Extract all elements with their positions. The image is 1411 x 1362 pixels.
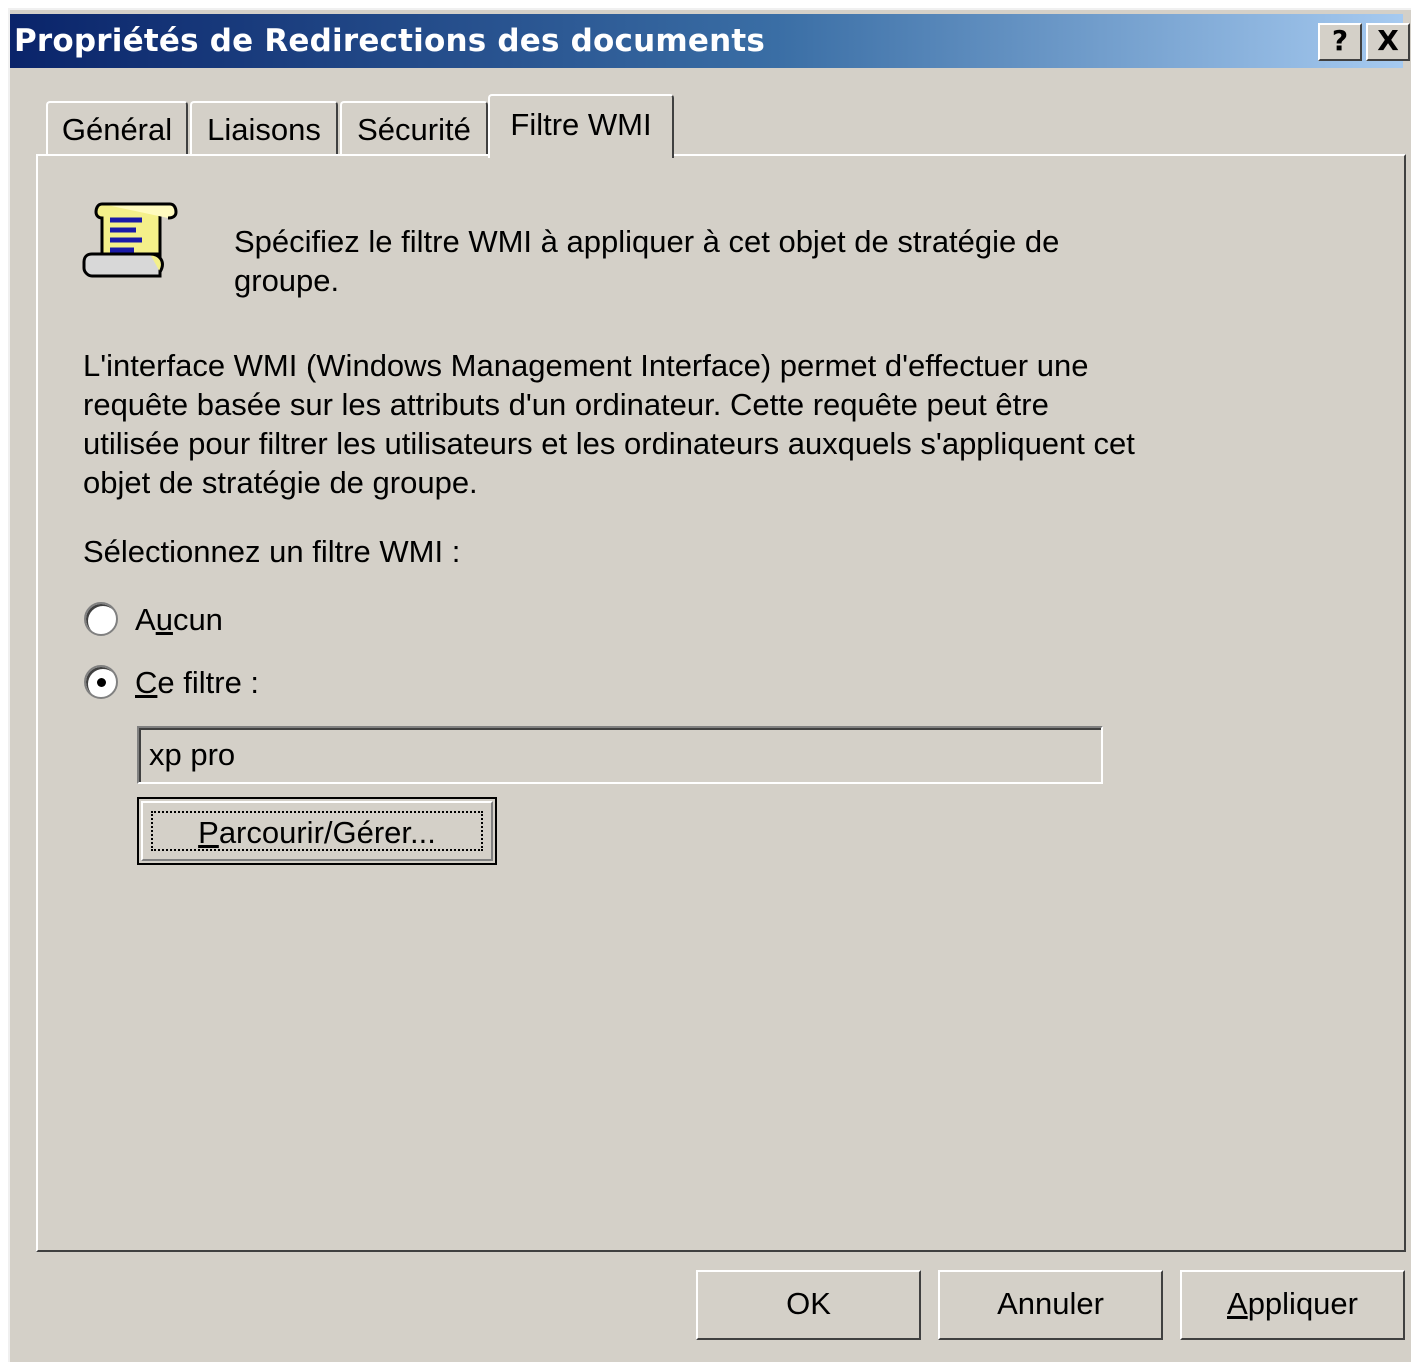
tab-liaisons[interactable]: Liaisons: [190, 101, 338, 155]
help-button[interactable]: ?: [1318, 23, 1362, 61]
window-title: Propriétés de Redirections des documents: [14, 23, 766, 59]
cancel-button[interactable]: Annuler: [938, 1270, 1163, 1340]
radio-selected-dot: [97, 678, 106, 687]
apply-button[interactable]: Appliquer: [1180, 1270, 1405, 1340]
panel-header-text: Spécifiez le filtre WMI à appliquer à ce…: [234, 224, 1060, 298]
title-bar[interactable]: Propriétés de Redirections des documents…: [10, 14, 1410, 68]
scroll-icon: [82, 202, 178, 278]
tab-filtre-wmi[interactable]: Filtre WMI: [488, 94, 674, 158]
browse-manage-label: Parcourir/Gérer...: [151, 811, 483, 851]
select-filter-label: Sélectionnez un filtre WMI :: [83, 534, 461, 569]
tab-securite[interactable]: Sécurité: [340, 101, 488, 155]
ok-button[interactable]: OK: [696, 1270, 921, 1340]
tab-general[interactable]: Général: [46, 101, 188, 155]
radio-button[interactable]: [84, 665, 118, 699]
tab-panel: [36, 154, 1406, 1252]
browse-manage-button[interactable]: Parcourir/Gérer...: [137, 797, 497, 865]
radio-aucun-label: Aucun: [135, 602, 223, 637]
radio-ce-filtre-label: Ce filtre :: [135, 665, 260, 700]
wmi-filter-field[interactable]: xp pro: [137, 726, 1103, 784]
radio-button[interactable]: [84, 602, 118, 636]
close-button[interactable]: X: [1366, 23, 1410, 61]
wmi-description: L'interface WMI (Windows Management Inte…: [83, 348, 1135, 500]
